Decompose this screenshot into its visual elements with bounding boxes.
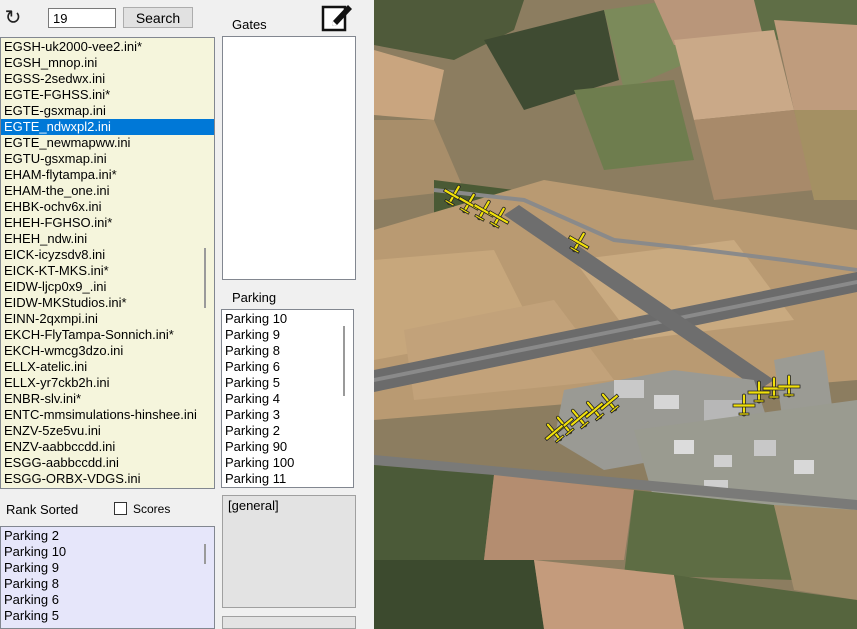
ini-file-item[interactable]: ESGG-aabbccdd.ini xyxy=(1,455,214,471)
ini-file-item[interactable]: EGSH-uk2000-vee2.ini* xyxy=(1,39,214,55)
edit-icon[interactable] xyxy=(321,1,353,33)
parking-item[interactable]: Parking 4 xyxy=(222,391,353,407)
parking-item[interactable]: Parking 11 xyxy=(222,471,353,487)
search-input[interactable] xyxy=(48,8,116,28)
gates-list[interactable] xyxy=(222,36,356,280)
ini-file-item[interactable]: ENTC-mmsimulations-hinshee.ini xyxy=(1,407,214,423)
ini-file-item[interactable]: EKCH-wmcg3dzo.ini xyxy=(1,343,214,359)
parking-item[interactable]: Parking 3 xyxy=(222,407,353,423)
ini-file-item[interactable]: EGSS-2sedwx.ini xyxy=(1,71,214,87)
ini-file-item[interactable]: EHBK-ochv6x.ini xyxy=(1,199,214,215)
ini-file-item[interactable]: ELLX-yr7ckb2h.ini xyxy=(1,375,214,391)
rank-item[interactable]: Parking 6 xyxy=(1,592,214,608)
bottom-textbox[interactable] xyxy=(222,616,356,629)
refresh-icon[interactable]: ↻ xyxy=(4,8,22,28)
ini-file-list[interactable]: EGSH-uk2000-vee2.ini* EGSH_mnop.ini EGSS-2… xyxy=(0,37,215,489)
parking-list[interactable]: Parking 10 Parking 9 Parking 8 Parking 6 Par… xyxy=(221,309,354,488)
aircraft-icon[interactable] xyxy=(776,373,802,399)
ini-file-item[interactable]: EHEH-FGHSO.ini* xyxy=(1,215,214,231)
aerial-map[interactable] xyxy=(374,0,857,629)
gates-label: Gates xyxy=(232,17,267,32)
general-textbox[interactable]: [general] xyxy=(222,495,356,608)
aerial-map-image xyxy=(374,0,857,629)
rank-item[interactable]: Parking 10 xyxy=(1,544,214,560)
parking-list-scrollbar[interactable] xyxy=(343,326,345,396)
ini-file-item[interactable]: ENZV-aabbccdd.ini xyxy=(1,439,214,455)
parking-item[interactable]: Parking 5 xyxy=(222,375,353,391)
ini-file-item[interactable]: EHAM-the_one.ini xyxy=(1,183,214,199)
ini-file-item[interactable]: EHEH_ndw.ini xyxy=(1,231,214,247)
rank-list-scrollbar[interactable] xyxy=(204,544,206,564)
ini-file-item[interactable]: ENZV-5ze5vu.ini xyxy=(1,423,214,439)
ini-file-item[interactable]: EHAM-flytampa.ini* xyxy=(1,167,214,183)
ini-file-item[interactable]: EGSH_mnop.ini xyxy=(1,55,214,71)
parking-item[interactable]: Parking 6 xyxy=(222,359,353,375)
ini-file-item[interactable]: EGTE-gsxmap.ini xyxy=(1,103,214,119)
parking-item[interactable]: Parking 2 xyxy=(222,423,353,439)
general-text: [general] xyxy=(228,498,279,513)
ini-file-item[interactable]: EKCH-FlyTampa-Sonnich.ini* xyxy=(1,327,214,343)
parking-item[interactable]: Parking 8 xyxy=(222,343,353,359)
rank-item[interactable]: Parking 2 xyxy=(1,528,214,544)
parking-item[interactable]: Parking 100 xyxy=(222,455,353,471)
scores-label: Scores xyxy=(133,502,171,516)
scores-checkbox[interactable] xyxy=(114,502,127,515)
ini-file-item[interactable]: ENBR-slv.ini* xyxy=(1,391,214,407)
rank-sorted-label: Rank Sorted xyxy=(6,502,79,517)
ini-file-item[interactable]: EIDW-ljcp0x9_.ini xyxy=(1,279,214,295)
rank-item[interactable]: Parking 9 xyxy=(1,560,214,576)
ini-file-item[interactable]: EICK-KT-MKS.ini* xyxy=(1,263,214,279)
rank-item[interactable]: Parking 5 xyxy=(1,608,214,624)
ini-file-item[interactable]: EICK-icyzsdv8.ini xyxy=(1,247,214,263)
ini-file-item[interactable]: EGTU-gsxmap.ini xyxy=(1,151,214,167)
parking-label: Parking xyxy=(232,290,277,305)
parking-item[interactable]: Parking 9 xyxy=(222,327,353,343)
ini-file-item[interactable]: ESGG-ORBX-VDGS.ini xyxy=(1,471,214,487)
ini-file-item[interactable]: EINN-2qxmpi.ini xyxy=(1,311,214,327)
ini-file-item[interactable]: EGTE-FGHSS.ini* xyxy=(1,87,214,103)
rank-sorted-list[interactable]: Parking 2 Parking 10 Parking 9 Parking 8 Par… xyxy=(0,526,215,629)
ini-file-item[interactable]: EGTE_ndwxpl2.ini xyxy=(1,119,214,135)
rank-item[interactable]: Parking 8 xyxy=(1,576,214,592)
ini-file-item[interactable]: ELLX-atelic.ini xyxy=(1,359,214,375)
search-button[interactable]: Search xyxy=(123,7,193,28)
parking-item[interactable]: Parking 10 xyxy=(222,311,353,327)
ini-file-item[interactable]: EIDW-MKStudios.ini* xyxy=(1,295,214,311)
ini-file-item[interactable]: EGTE_newmapww.ini xyxy=(1,135,214,151)
parking-item[interactable]: Parking 90 xyxy=(222,439,353,455)
ini-list-scrollbar[interactable] xyxy=(204,248,206,308)
